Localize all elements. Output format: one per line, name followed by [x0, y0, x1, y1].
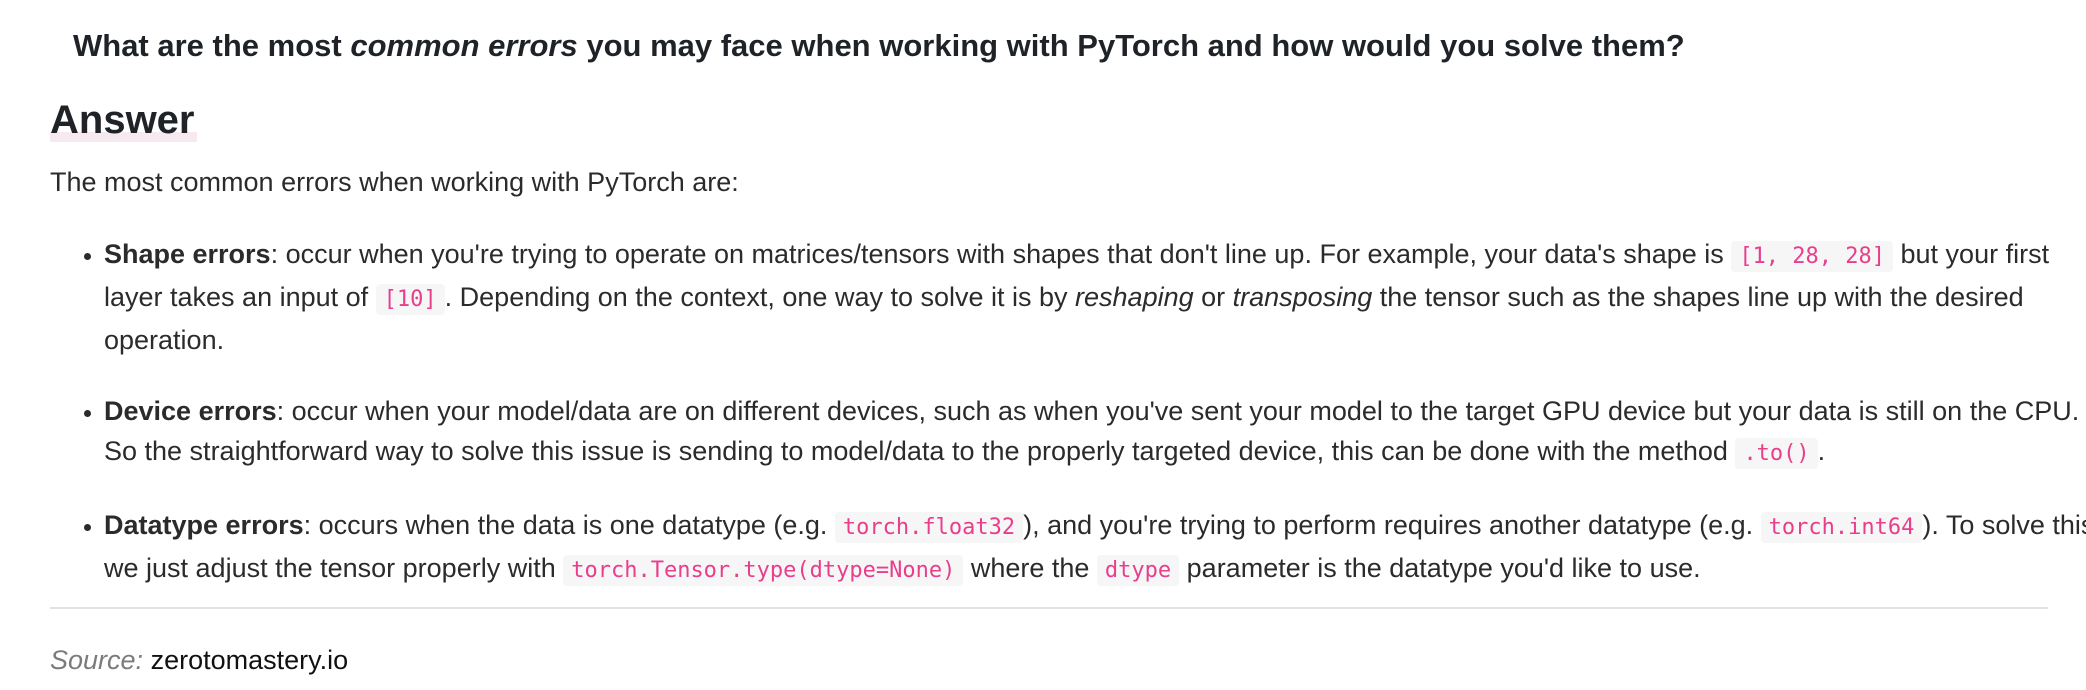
inline-code-datatype-1: torch.float32 — [834, 512, 1024, 543]
shape-errors-emphasis-2: transposing — [1232, 282, 1373, 312]
source-link[interactable]: zerotomastery.io — [151, 645, 349, 675]
datatype-errors-title: Datatype errors — [104, 510, 304, 540]
inline-code-shape-1: [1, 28, 28] — [1731, 241, 1894, 272]
datatype-errors-text-2: ), and you're trying to perform requires… — [1023, 510, 1761, 540]
intro-paragraph: The most common errors when working with… — [50, 167, 739, 197]
question-heading: What are the most common errors you may … — [73, 22, 1685, 70]
list-item-datatype-errors: Datatype errors: occurs when the data is… — [104, 505, 2086, 591]
inline-code-datatype-3: torch.Tensor.type(dtype=None) — [563, 555, 964, 586]
inline-code-datatype-2: torch.int64 — [1760, 512, 1923, 543]
inline-code-shape-2: [10] — [375, 284, 445, 315]
datatype-errors-text-1: : occurs when the data is one datatype (… — [303, 510, 835, 540]
list-item-shape-errors: Shape errors: occur when you're trying t… — [104, 234, 2086, 360]
horizontal-divider — [50, 607, 2048, 609]
question-emphasis: common errors — [350, 28, 578, 63]
errors-list: Shape errors: occur when you're trying t… — [50, 234, 2086, 622]
source-label: Source: — [50, 645, 144, 675]
device-errors-title: Device errors — [104, 396, 277, 426]
datatype-errors-text-5: parameter is the datatype you'd like to … — [1179, 553, 1701, 583]
shape-errors-text-1: : occur when you're trying to operate on… — [270, 239, 1732, 269]
shape-errors-emphasis-1: reshaping — [1075, 282, 1194, 312]
device-errors-text-2: . — [1817, 436, 1826, 466]
shape-errors-text-4: or — [1193, 282, 1233, 312]
answer-heading-text: Answer — [50, 98, 195, 142]
source-line: Source: zerotomastery.io — [50, 640, 348, 680]
shape-errors-text-3: . Depending on the context, one way to s… — [444, 282, 1076, 312]
inline-code-datatype-4: dtype — [1096, 555, 1180, 586]
answer-heading: Answer — [50, 92, 197, 148]
inline-code-device-1: .to() — [1735, 438, 1818, 469]
datatype-errors-text-4: where the — [963, 553, 1097, 583]
shape-errors-title: Shape errors — [104, 239, 271, 269]
list-item-device-errors: Device errors: occur when your model/dat… — [104, 391, 2086, 474]
page: What are the most common errors you may … — [0, 0, 2086, 690]
question-text-end: you may face when working with PyTorch a… — [577, 28, 1685, 63]
question-text: What are the most — [73, 28, 351, 63]
